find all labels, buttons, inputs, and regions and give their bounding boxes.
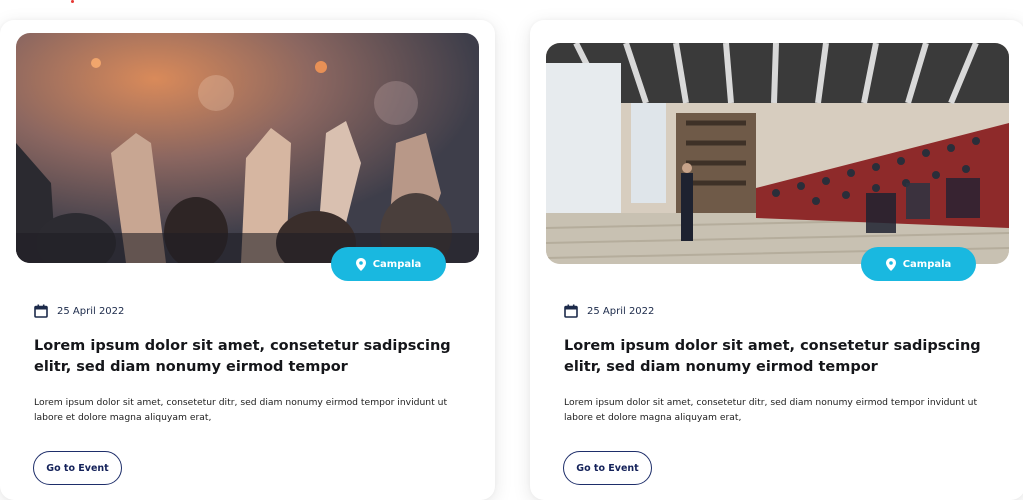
- location-label: Campala: [372, 258, 422, 270]
- calendar-icon: [34, 304, 48, 318]
- decorative-dot: [71, 0, 74, 3]
- map-pin-icon: [355, 257, 366, 271]
- location-badge[interactable]: Campala: [331, 247, 446, 281]
- go-to-event-button[interactable]: Go to Event: [563, 451, 652, 485]
- event-date: 25 April 2022: [564, 304, 654, 318]
- event-description: Lorem ipsum dolor sit amet, consetetur d…: [34, 397, 448, 423]
- event-card: Campala 25 April 2022 Lorem ipsum dolor …: [530, 20, 1023, 500]
- event-card: Campala 25 April 2022 Lorem ipsum dolor …: [0, 20, 495, 500]
- location-label: Campala: [902, 258, 952, 270]
- event-image-concert: [16, 33, 479, 263]
- location-badge[interactable]: Campala: [861, 247, 976, 281]
- event-title: Lorem ipsum dolor sit amet, consetetur s…: [34, 338, 451, 375]
- event-description: Lorem ipsum dolor sit amet, consetetur d…: [564, 397, 978, 423]
- go-to-event-button[interactable]: Go to Event: [33, 451, 122, 485]
- event-image-lecture-hall: [546, 43, 1009, 264]
- date-text: 25 April 2022: [57, 305, 125, 317]
- calendar-icon: [564, 304, 578, 318]
- date-text: 25 April 2022: [587, 305, 655, 317]
- event-date: 25 April 2022: [34, 304, 124, 318]
- map-pin-icon: [885, 257, 896, 271]
- event-title: Lorem ipsum dolor sit amet, consetetur s…: [564, 338, 981, 375]
